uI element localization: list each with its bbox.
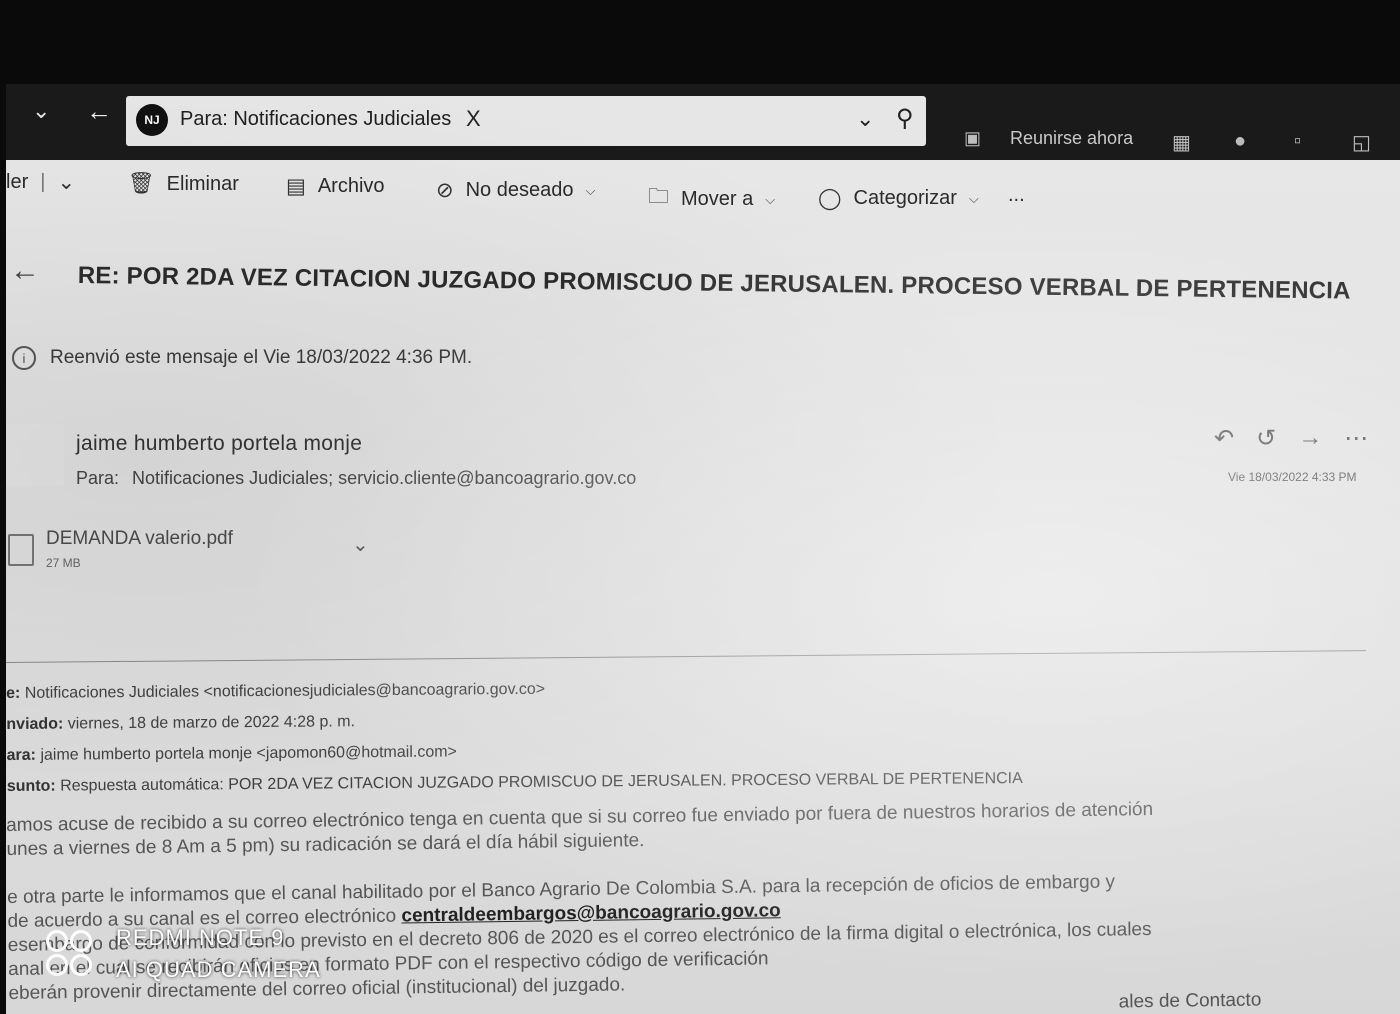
more-label: ...: [1008, 184, 1025, 206]
chevron-down-icon: ⌵: [585, 182, 596, 198]
subject-value: Respuesta automática: POR 2DA VEZ CITACI…: [60, 770, 1023, 795]
avatar-initials: NJ: [144, 113, 160, 127]
grid-icon[interactable]: ▦: [1172, 130, 1191, 155]
sent-value: viernes, 18 de marzo de 2022 4:28 p. m.: [67, 713, 356, 733]
archive-button[interactable]: ▤ Archivo: [286, 174, 385, 199]
top-bar: ⌄ ← NJ Para: Notificaciones Judiciales X…: [6, 84, 1400, 160]
block-icon: ⊘: [436, 179, 454, 202]
from-value: Notificaciones Judiciales <notificacione…: [24, 680, 546, 702]
divider: [6, 650, 1366, 663]
close-icon[interactable]: X: [466, 106, 481, 132]
message-date: Vie 18/03/2022 4:33 PM: [1228, 470, 1357, 484]
more-actions-button[interactable]: ...: [1008, 184, 1025, 207]
teams-icon[interactable]: ▫: [1294, 130, 1301, 153]
reply-icon[interactable]: ↶: [1214, 424, 1234, 453]
search-icon[interactable]: ⚲: [896, 104, 914, 133]
attachment-size: 27 MB: [46, 556, 81, 570]
more-icon[interactable]: ⋯: [1344, 424, 1368, 453]
categorize-label: Categorizar: [853, 187, 957, 209]
pdf-file-icon: [8, 534, 34, 566]
quoted-subject: sunto: Respuesta automática: POR 2DA VEZ…: [7, 763, 1023, 802]
forward-icon[interactable]: →: [1298, 424, 1322, 453]
move-label: Mover a: [681, 188, 754, 210]
watermark-line-2: AI QUAD CAMERA: [116, 957, 321, 982]
forward-info-text: Reenvió este mensaje el Vie 18/03/2022 4…: [50, 347, 473, 368]
reply-all-icon[interactable]: ↺: [1256, 424, 1276, 453]
chevron-down-icon[interactable]: ⌄: [32, 98, 50, 124]
folder-move-icon: 🗀: [648, 185, 669, 208]
meet-now-button[interactable]: Reunirse ahora: [1010, 128, 1133, 149]
command-toolbar: ler | ⌄ 🗑 Eliminar ▤ Archivo ⊘ No desead…: [6, 166, 1400, 218]
search-box[interactable]: NJ Para: Notificaciones Judiciales X ⌄ ⚲: [126, 96, 926, 146]
watermark-line-1: REDMI NOTE 9: [116, 925, 285, 950]
camera-logo-icon: [44, 928, 100, 980]
chevron-down-icon[interactable]: ⌄: [352, 532, 369, 557]
subject-label: sunto:: [6, 777, 56, 795]
chevron-down-icon: ⌵: [968, 190, 979, 206]
tag-icon: ◯: [818, 187, 842, 210]
move-to-button[interactable]: 🗀 Mover a ⌵: [648, 182, 775, 217]
back-arrow-icon[interactable]: ←: [86, 96, 112, 127]
archive-icon: ▤: [286, 175, 306, 198]
sender-avatar: [6, 424, 64, 486]
categorize-button[interactable]: ◯ Categorizar ⌵: [818, 186, 979, 211]
skype-icon[interactable]: ●: [1234, 130, 1246, 153]
recipient-avatar: NJ: [136, 104, 168, 136]
to-label: ara:: [6, 746, 37, 764]
embargos-email-link[interactable]: centraldeembargos@bancoagrario.gov.co: [401, 900, 781, 926]
attachment-name[interactable]: DEMANDA valerio.pdf: [46, 528, 233, 550]
camera-watermark: REDMI NOTE 9 AI QUAD CAMERA: [44, 922, 321, 986]
junk-button[interactable]: ⊘ No deseado ⌵: [436, 178, 595, 203]
trash-icon: 🗑: [128, 172, 155, 195]
chevron-down-icon[interactable]: ⌄: [856, 106, 874, 132]
from-label: e:: [6, 684, 21, 702]
video-camera-icon[interactable]: ▣: [964, 128, 981, 149]
message-subject: RE: POR 2DA VEZ CITACION JUZGADO PROMISC…: [77, 262, 1351, 305]
truncated-label: ler: [6, 171, 29, 193]
watermark-text: REDMI NOTE 9 AI QUAD CAMERA: [116, 922, 321, 986]
truncated-button[interactable]: ler | ⌄: [6, 170, 75, 195]
message-actions: ↶ ↺ → ⋯: [1214, 424, 1368, 453]
recipients-line: Para: Notificaciones Judiciales; servici…: [76, 468, 636, 489]
to-value: jaime humberto portela monje <japomon60@…: [40, 743, 457, 764]
recipients-list[interactable]: Notificaciones Judiciales; servicio.clie…: [132, 468, 636, 488]
delete-button[interactable]: 🗑 Eliminar: [128, 172, 239, 196]
recipient-chip-label[interactable]: Para: Notificaciones Judiciales: [180, 108, 451, 131]
separator: |: [40, 171, 46, 193]
info-icon: i: [12, 346, 36, 370]
photo-frame: ⌄ ← NJ Para: Notificaciones Judiciales X…: [0, 0, 1400, 1014]
body-paragraph-1: amos acuse de recibido a su correo elect…: [6, 794, 1400, 862]
junk-label: No deseado: [465, 179, 574, 201]
sender-name[interactable]: jaime humberto portela monje: [76, 432, 362, 456]
chevron-down-icon: ⌵: [765, 191, 776, 207]
delete-label: Eliminar: [166, 172, 239, 195]
recipients-prefix: Para:: [76, 468, 120, 488]
archive-label: Archivo: [317, 175, 385, 197]
forward-info: i Reenvió este mensaje el Vie 18/03/2022…: [12, 346, 472, 370]
quoted-header: e: Notificaciones Judiciales <notificaci…: [6, 670, 1023, 802]
feedback-icon[interactable]: ◱: [1352, 130, 1371, 155]
back-arrow-icon[interactable]: ←: [10, 254, 40, 288]
chevron-down-icon[interactable]: ⌄: [57, 170, 75, 195]
sent-label: nviado:: [6, 715, 64, 733]
outlook-screen: ⌄ ← NJ Para: Notificaciones Judiciales X…: [6, 84, 1400, 1014]
